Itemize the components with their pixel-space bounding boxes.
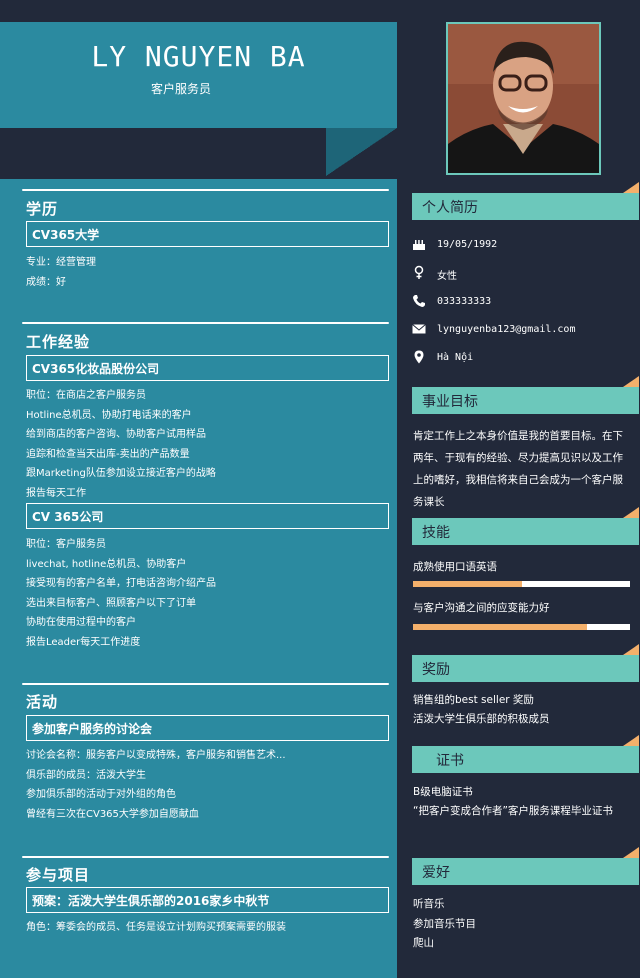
profile-title: 个人简历 <box>422 200 478 216</box>
job-line: 跟Marketing队伍参加设立接近客户的战略 <box>26 468 216 479</box>
female-icon <box>412 265 426 279</box>
objective-title: 事业目标 <box>422 394 478 410</box>
awards-header: 奖励 <box>412 644 639 682</box>
birthday-value: 19/05/1992 <box>437 239 498 250</box>
contact-phone: 033333333 <box>412 294 632 314</box>
address-value: Hà Nội <box>437 352 474 363</box>
projects-title: 参与项目 <box>26 866 91 884</box>
phone-icon <box>412 294 426 308</box>
project-details: 角色：筹委会的成员、任务是设立计划购买预案需要的服装 <box>26 918 386 938</box>
hobbies-list: 听音乐 参加音乐节目 爬山 <box>413 895 633 954</box>
hobby-item: 爬山 <box>413 937 434 949</box>
skills-title: 技能 <box>422 525 450 541</box>
phone-value: 033333333 <box>437 296 492 307</box>
education-details: 专业：经营管理 成绩：好 <box>26 253 386 292</box>
gender-value: 女性 <box>437 271 457 282</box>
project-line: 角色：筹委会的成员、任务是设立计划购买预案需要的服装 <box>26 922 286 933</box>
activity-event: 参加客户服务的讨论会 <box>26 715 389 741</box>
section-divider <box>22 189 389 191</box>
job-line: 职位：客户服务员 <box>26 539 106 550</box>
header-accent <box>623 182 639 193</box>
contact-email: lynguyenba123@gmail.com <box>412 322 632 342</box>
job-line: 职位：在商店之客户服务员 <box>26 390 146 401</box>
experience-title: 工作经验 <box>26 333 91 351</box>
job-line: 报告每天工作 <box>26 487 86 499</box>
candidate-name: LY NGUYEN BA <box>91 40 306 73</box>
job-line: 给到商店的客户咨询、协助客户试用样品 <box>26 429 206 440</box>
awards-list: 销售组的best seller 奖励 活泼大学生俱乐部的积极成员 <box>413 691 633 729</box>
job-details: 职位：在商店之客户服务员 Hotline总机员、协助打电话来的客户 给到商店的客… <box>26 386 386 503</box>
profile-photo <box>446 22 601 175</box>
certificate-item: “把客户变成合作者”客户服务课程毕业证书 <box>413 805 613 817</box>
hobby-item: 听音乐 <box>413 898 445 910</box>
hobby-item: 参加音乐节目 <box>413 917 476 930</box>
job-line: livechat, hotline总机员、协助客户 <box>26 558 187 570</box>
education-title: 学历 <box>26 200 59 218</box>
contact-address: Hà Nội <box>412 350 632 370</box>
header-accent <box>623 847 639 858</box>
activities-title: 活动 <box>26 693 59 711</box>
objective-text: 肯定工作上之本身价值是我的首要目标。在下两年、于现有的经验、尽力提高见识以及工作… <box>413 430 623 508</box>
header-fold <box>326 128 397 176</box>
award-item: 销售组的best seller 奖励 <box>413 694 534 706</box>
skill-bar-fill <box>413 624 587 630</box>
project-name: 预案：活泼大学生俱乐部的2016家乡中秋节 <box>26 887 389 913</box>
contact-gender: 女性 <box>412 265 632 285</box>
certificates-list: B级电脑证书 “把客户变成合作者”客户服务课程毕业证书 <box>413 783 633 821</box>
activity-line: 讨论会名称：服务客户以变成特殊，客户服务和销售艺术... <box>26 750 286 761</box>
activity-line: 曾经有三次在CV365大学参加自愿献血 <box>26 808 199 820</box>
activity-line: 参加俱乐部的活动于对外组的角色 <box>26 789 176 800</box>
education-line: 专业：经营管理 <box>26 257 96 268</box>
email-value: lynguyenba123@gmail.com <box>437 324 576 335</box>
birthday-cake-icon <box>412 237 426 251</box>
envelope-icon <box>412 322 426 336</box>
award-item: 活泼大学生俱乐部的积极成员 <box>413 713 550 725</box>
job-company: CV 365公司 <box>26 503 389 529</box>
certificates-header: 证书 <box>412 735 639 773</box>
skill-name: 成熟使用口语英语 <box>413 561 497 573</box>
job-line: Hotline总机员、协助打电话来的客户 <box>26 409 192 421</box>
section-divider <box>22 683 389 685</box>
awards-title: 奖励 <box>422 662 450 678</box>
certificate-item: B级电脑证书 <box>413 786 473 798</box>
skill-name: 与客户沟通之间的应变能力好 <box>413 602 550 614</box>
profile-header: 个人简历 <box>412 182 639 220</box>
header-accent <box>623 644 639 655</box>
header-accent <box>623 376 639 387</box>
job-line: 协助在使用过程中的客户 <box>26 617 136 628</box>
section-divider <box>22 856 389 858</box>
job-line: 追踪和检查当天出库-卖出的产品数量 <box>26 448 190 460</box>
skill-bar <box>413 581 630 587</box>
skills-header: 技能 <box>412 507 639 545</box>
job-title: 客户服务员 <box>150 82 211 96</box>
job-line: 报告Leader每天工作进度 <box>26 636 141 648</box>
education-line: 成绩：好 <box>26 276 66 288</box>
header-accent <box>623 507 639 518</box>
objective-header: 事业目标 <box>412 376 639 414</box>
hobbies-title: 爱好 <box>422 865 450 881</box>
map-pin-icon <box>412 350 426 364</box>
activity-details: 讨论会名称：服务客户以变成特殊，客户服务和销售艺术... 俱乐部的成员：活泼大学… <box>26 746 386 824</box>
contact-birthday: 19/05/1992 <box>412 237 632 257</box>
activity-line: 俱乐部的成员：活泼大学生 <box>26 769 146 781</box>
skill-bar-fill <box>413 581 522 587</box>
job-line: 接受现有的客户名单，打电话咨询介绍产品 <box>26 578 216 589</box>
section-divider <box>22 322 389 324</box>
job-company: CV365化妆品股份公司 <box>26 355 389 381</box>
job-line: 选出来目标客户、照顾客户以下了订单 <box>26 597 196 609</box>
hobbies-header: 爱好 <box>412 847 639 885</box>
header-accent <box>623 735 639 746</box>
skill-bar <box>413 624 630 630</box>
job-details: 职位：客户服务员 livechat, hotline总机员、协助客户 接受现有的… <box>26 535 386 652</box>
education-school: CV365大学 <box>26 221 389 247</box>
header-banner <box>0 22 397 128</box>
certificates-title: 证书 <box>436 753 464 769</box>
